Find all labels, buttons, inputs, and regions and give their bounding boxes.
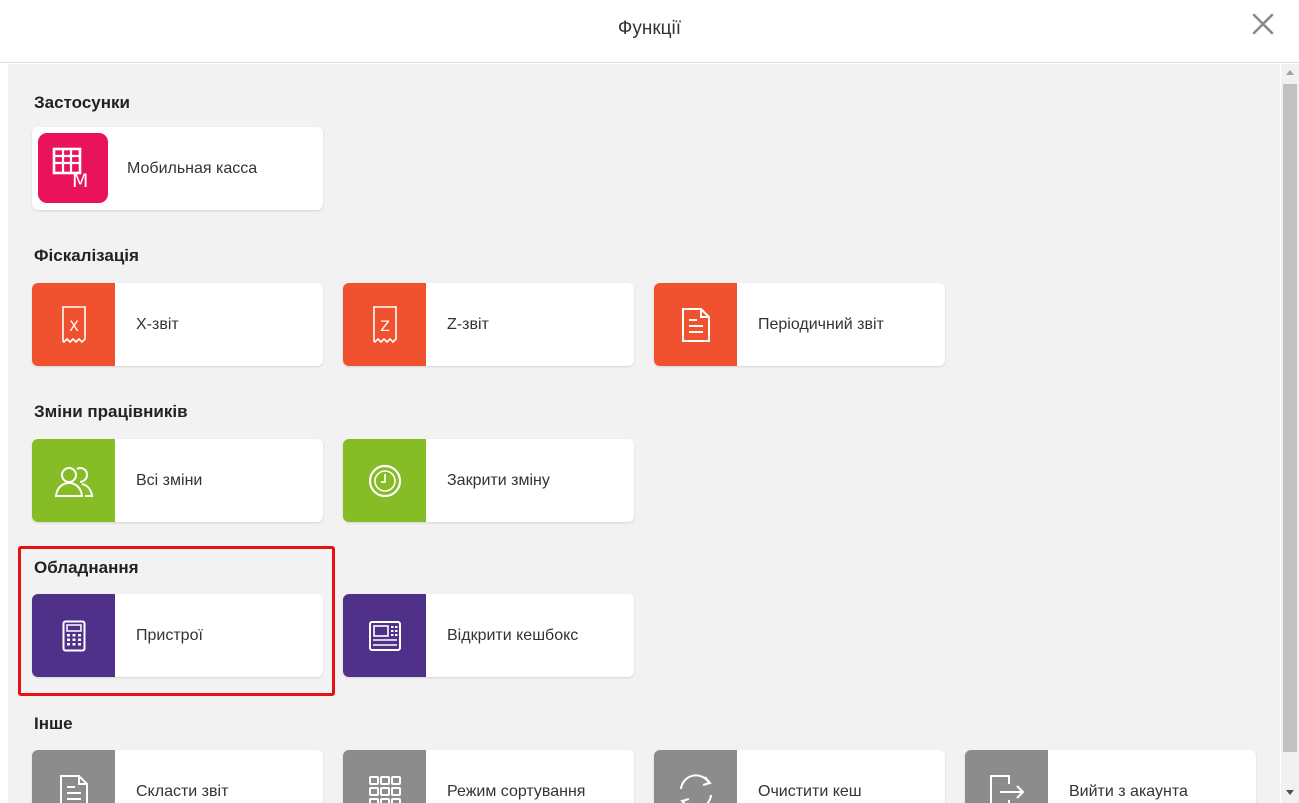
tile-label: Відкрити кешбокс [447, 627, 579, 644]
tile-label: Вийти з акаунта [1069, 783, 1188, 800]
scrollbar-thumb[interactable] [1283, 84, 1297, 752]
scroll-down-arrow-icon[interactable] [1286, 790, 1294, 795]
functions-panel: Застосунки M Мобильная касса Фіскалізаці… [8, 64, 1280, 803]
x-report-icon: X [32, 283, 115, 366]
section-title-fiscal: Фіскалізація [34, 246, 139, 265]
tile-periodic-report[interactable]: Періодичний звіт [654, 283, 945, 366]
section-title-apps: Застосунки [34, 93, 130, 112]
tile-create-report[interactable]: Скласти звіт [32, 750, 323, 803]
tile-open-cashbox[interactable]: Відкрити кешбокс [343, 594, 634, 677]
tile-z-report[interactable]: Z Z-звіт [343, 283, 634, 366]
tile-mobile-cash-register[interactable]: M Мобильная касса [32, 127, 323, 210]
close-icon[interactable] [1249, 10, 1277, 38]
tile-label: Періодичний звіт [758, 316, 884, 333]
modal-header: Функції [0, 0, 1299, 63]
scrollbar[interactable] [1281, 64, 1299, 803]
scroll-up-arrow-icon[interactable] [1286, 70, 1294, 75]
calculator-icon [32, 594, 115, 677]
tile-label: Скласти звіт [136, 783, 229, 800]
refresh-icon [654, 750, 737, 803]
modal-title: Функції [617, 18, 682, 39]
tile-x-report[interactable]: X X-звіт [32, 283, 323, 366]
mobile-cash-register-icon: M [38, 133, 108, 203]
z-letter: Z [380, 319, 390, 335]
document-icon [654, 283, 737, 366]
users-icon [32, 439, 115, 522]
tile-label: Z-звіт [447, 316, 489, 333]
tile-close-shift[interactable]: Закрити зміну [343, 439, 634, 522]
tile-label: X-звіт [136, 316, 179, 333]
document-icon [32, 750, 115, 803]
tile-clear-cache[interactable]: Очистити кеш [654, 750, 945, 803]
tile-devices[interactable]: Пристрої [32, 594, 323, 677]
tile-label: Пристрої [136, 627, 203, 644]
tile-all-shifts[interactable]: Всі зміни [32, 439, 323, 522]
clock-icon [343, 439, 426, 522]
z-report-icon: Z [343, 283, 426, 366]
grid-icon [343, 750, 426, 803]
x-letter: X [69, 319, 79, 335]
cash-register-icon [343, 594, 426, 677]
logout-icon [965, 750, 1048, 803]
section-title-equipment: Обладнання [34, 558, 139, 577]
tile-label: Закрити зміну [447, 472, 550, 489]
section-title-other: Інше [34, 714, 73, 733]
mobile-icon-letter: M [72, 170, 88, 190]
section-title-shifts: Зміни працівників [34, 402, 188, 421]
tile-label: Всі зміни [136, 472, 203, 489]
tile-label: Мобильная касса [127, 160, 258, 177]
tile-logout[interactable]: Вийти з акаунта [965, 750, 1256, 803]
tile-label: Очистити кеш [758, 783, 862, 800]
tile-label: Режим сортування [447, 783, 586, 800]
tile-sort-mode[interactable]: Режим сортування [343, 750, 634, 803]
